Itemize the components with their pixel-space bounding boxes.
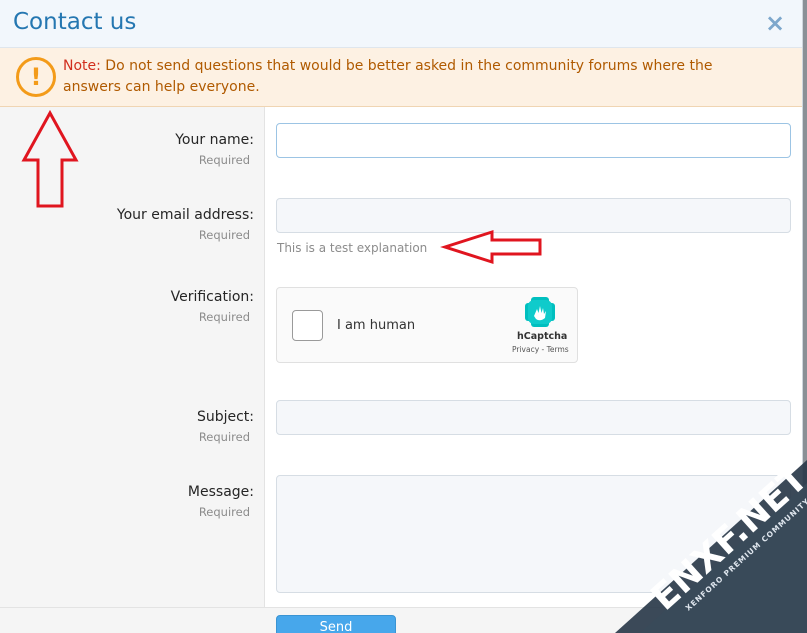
verification-required-hint: Required [198,310,250,324]
message-textarea[interactable] [276,475,791,593]
send-button[interactable]: Send [276,615,396,633]
captcha-checkbox[interactable] [292,310,323,341]
name-input[interactable] [276,123,791,158]
email-label: Your email address: [116,207,254,223]
notice-block: ! Note: Do not send questions that would… [0,48,802,107]
dialog-title: Contact us [13,9,137,35]
subject-required-hint: Required [198,430,250,444]
captcha-label: I am human [337,318,416,333]
notice-message: Do not send questions that would be bett… [63,58,713,95]
name-label: Your name: [175,132,254,148]
annotation-up-arrow [21,109,79,208]
message-required-hint: Required [198,505,250,519]
verification-label: Verification: [170,289,254,305]
email-input[interactable] [276,198,791,233]
hcaptcha-widget: I am human hCaptcha Privacy - Terms [276,287,578,363]
warning-icon: ! [16,57,56,97]
email-explanation: This is a test explanation [277,241,428,255]
hcaptcha-hand-icon [525,297,555,327]
name-required-hint: Required [198,153,250,167]
captcha-privacy-terms[interactable]: Privacy - Terms [512,345,569,354]
contact-dialog: Contact us × ! Note: Do not send questio… [0,0,803,633]
notice-text: Note: Do not send questions that would b… [63,56,773,98]
captcha-brand: hCaptcha [517,331,568,342]
close-icon[interactable]: × [762,9,788,37]
message-label: Message: [187,484,254,500]
notice-label: Note: [63,58,101,74]
dialog-header: Contact us × [0,0,802,48]
form-footer [0,607,802,633]
subject-label: Subject: [196,409,254,425]
email-required-hint: Required [198,228,250,242]
annotation-left-arrow [440,229,542,265]
subject-input[interactable] [276,400,791,435]
